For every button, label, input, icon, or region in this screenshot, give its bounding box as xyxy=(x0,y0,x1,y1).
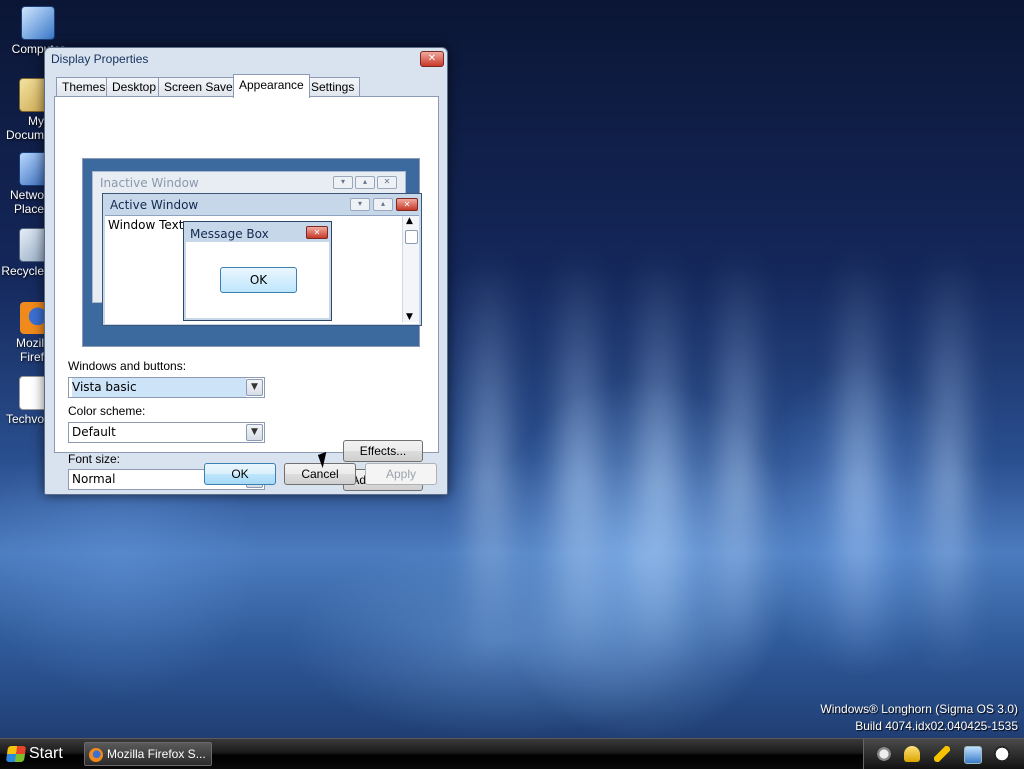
computer-icon xyxy=(21,6,55,40)
cancel-button[interactable]: Cancel xyxy=(284,463,356,485)
clock-icon[interactable] xyxy=(994,746,1010,762)
close-icon: ✕ xyxy=(427,53,437,64)
tab-desktop[interactable]: Desktop xyxy=(106,77,163,97)
window-text: Window Text xyxy=(108,218,184,232)
network-monitor-icon[interactable] xyxy=(964,746,982,764)
light-streak xyxy=(470,250,508,670)
maximize-icon: ▴ xyxy=(355,176,375,189)
message-box-title: Message Box xyxy=(190,227,269,241)
windows-and-buttons-label: Windows and buttons: xyxy=(68,359,187,373)
windows-and-buttons-select[interactable]: Vista basic ▼ xyxy=(68,377,265,398)
message-box-ok-button: OK xyxy=(220,267,297,293)
desktop-icon-label: Mozil Firef xyxy=(15,336,44,364)
bell-icon[interactable] xyxy=(904,746,920,762)
color-scheme-value: Default xyxy=(72,425,116,439)
lightning-icon[interactable] xyxy=(934,746,950,762)
scroll-up-icon: ▲ xyxy=(406,216,413,226)
taskbar-item-label: Mozilla Firefox S... xyxy=(107,747,206,761)
light-streak xyxy=(720,250,758,670)
tab-appearance[interactable]: Appearance xyxy=(233,74,310,98)
maximize-icon: ▴ xyxy=(373,198,393,211)
effects-button[interactable]: Effects... xyxy=(343,440,423,462)
light-streak xyxy=(560,250,598,670)
close-button[interactable]: ✕ xyxy=(420,51,444,67)
scroll-thumb xyxy=(405,230,418,244)
active-window-title: Active Window xyxy=(110,198,199,212)
os-build-watermark: Windows® Longhorn (Sigma OS 3.0) Build 4… xyxy=(820,702,1018,733)
preview-scrollbar: ▲ ▼ xyxy=(402,216,419,322)
close-icon: ✕ xyxy=(306,226,328,239)
color-scheme-label: Color scheme: xyxy=(68,404,146,418)
font-size-value: Normal xyxy=(72,472,116,486)
appearance-preview: Inactive Window ▾ ▴ ✕ Active Window ▾ ▴ … xyxy=(82,158,422,347)
minimize-icon: ▾ xyxy=(350,198,370,211)
desktop-icon-label: Techvo xyxy=(5,412,44,426)
windows-and-buttons-value: Vista basic xyxy=(72,378,246,397)
chevron-down-icon[interactable]: ▼ xyxy=(246,424,263,441)
taskbar-item-firefox[interactable]: Mozilla Firefox S... xyxy=(84,742,212,766)
watermark-line-2: Build 4074.idx02.040425-1535 xyxy=(855,719,1018,733)
windows-logo-icon xyxy=(5,745,27,762)
tab-screen-saver[interactable]: Screen Saver xyxy=(158,77,243,97)
desktop-icon-label: Netwo Place xyxy=(9,188,44,216)
color-scheme-select[interactable]: Default ▼ xyxy=(68,422,265,443)
start-label: Start xyxy=(29,745,63,762)
ok-button[interactable]: OK xyxy=(204,463,276,485)
display-properties-dialog: Display Properties ✕ Themes Desktop Scre… xyxy=(44,47,448,495)
system-tray xyxy=(863,739,1024,769)
tab-themes[interactable]: Themes xyxy=(56,77,112,97)
minimize-icon: ▾ xyxy=(333,176,353,189)
dialog-title: Display Properties xyxy=(51,52,149,66)
light-streak xyxy=(930,250,968,670)
font-size-label: Font size: xyxy=(68,452,121,466)
start-button[interactable]: Start xyxy=(3,742,79,766)
desktop-icon-label: Recycle xyxy=(1,264,44,278)
scroll-down-icon: ▼ xyxy=(406,312,413,322)
inactive-window-title: Inactive Window xyxy=(100,176,199,190)
desktop-icon-label: My Docum xyxy=(5,114,44,142)
light-streak xyxy=(840,250,878,670)
light-streak xyxy=(640,250,678,670)
preview-message-box: Message Box ✕ OK xyxy=(183,221,332,321)
taskbar: Start Mozilla Firefox S... xyxy=(0,738,1024,769)
firefox-icon xyxy=(89,747,103,762)
close-icon: ✕ xyxy=(396,198,418,211)
apply-button[interactable]: Apply xyxy=(365,463,437,485)
watermark-line-1: Windows® Longhorn (Sigma OS 3.0) xyxy=(820,702,1018,716)
preview-active-window: Active Window ▾ ▴ ✕ Window Text ▲ ▼ Mess… xyxy=(102,193,422,326)
chevron-down-icon[interactable]: ▼ xyxy=(246,379,263,396)
tab-settings[interactable]: Settings xyxy=(305,77,361,97)
tab-panel-appearance: Inactive Window ▾ ▴ ✕ Active Window ▾ ▴ … xyxy=(54,96,439,491)
close-icon: ✕ xyxy=(377,176,397,189)
circle-icon[interactable] xyxy=(876,746,892,762)
message-box-client: OK xyxy=(186,242,329,318)
